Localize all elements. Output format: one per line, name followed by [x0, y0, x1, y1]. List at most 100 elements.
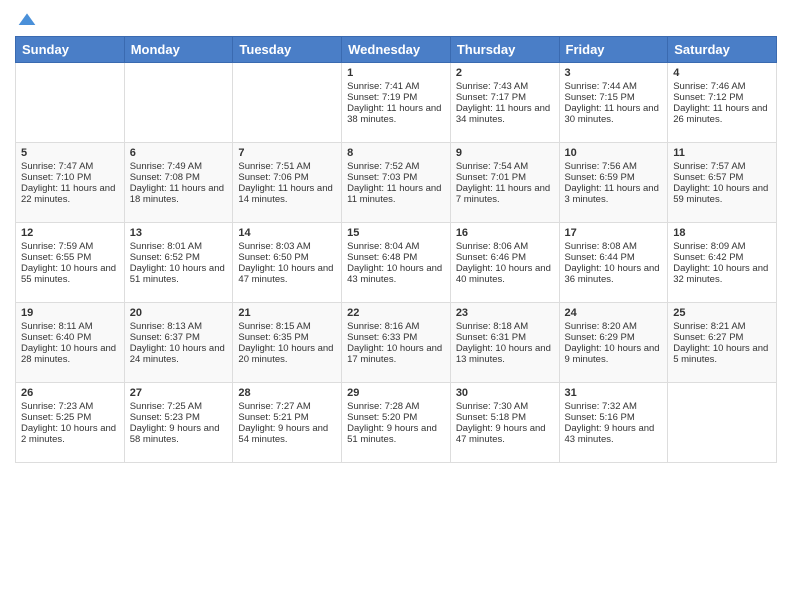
day-number: 21: [238, 307, 336, 319]
calendar-cell: 18Sunrise: 8:09 AMSunset: 6:42 PMDayligh…: [668, 223, 777, 303]
calendar-cell: 29Sunrise: 7:28 AMSunset: 5:20 PMDayligh…: [342, 383, 451, 463]
sunset-text: Sunset: 6:35 PM: [238, 332, 336, 343]
calendar-cell: 26Sunrise: 7:23 AMSunset: 5:25 PMDayligh…: [16, 383, 125, 463]
calendar-cell: 14Sunrise: 8:03 AMSunset: 6:50 PMDayligh…: [233, 223, 342, 303]
calendar-cell: 2Sunrise: 7:43 AMSunset: 7:17 PMDaylight…: [450, 63, 559, 143]
weekday-header-tuesday: Tuesday: [233, 37, 342, 63]
sunrise-text: Sunrise: 8:18 AM: [456, 321, 554, 332]
calendar-cell: 6Sunrise: 7:49 AMSunset: 7:08 PMDaylight…: [124, 143, 233, 223]
weekday-header-friday: Friday: [559, 37, 668, 63]
daylight-text: Daylight: 10 hours and 9 minutes.: [565, 343, 663, 365]
day-number: 19: [21, 307, 119, 319]
sunrise-text: Sunrise: 7:46 AM: [673, 81, 771, 92]
day-number: 7: [238, 147, 336, 159]
daylight-text: Daylight: 9 hours and 47 minutes.: [456, 423, 554, 445]
sunset-text: Sunset: 7:19 PM: [347, 92, 445, 103]
weekday-header-sunday: Sunday: [16, 37, 125, 63]
day-number: 29: [347, 387, 445, 399]
sunrise-text: Sunrise: 7:44 AM: [565, 81, 663, 92]
day-number: 31: [565, 387, 663, 399]
weekday-header-thursday: Thursday: [450, 37, 559, 63]
sunrise-text: Sunrise: 7:52 AM: [347, 161, 445, 172]
weekday-header-row: SundayMondayTuesdayWednesdayThursdayFrid…: [16, 37, 777, 63]
calendar-cell: 5Sunrise: 7:47 AMSunset: 7:10 PMDaylight…: [16, 143, 125, 223]
daylight-text: Daylight: 11 hours and 3 minutes.: [565, 183, 663, 205]
day-number: 20: [130, 307, 228, 319]
weekday-header-monday: Monday: [124, 37, 233, 63]
sunset-text: Sunset: 7:08 PM: [130, 172, 228, 183]
calendar-cell: 12Sunrise: 7:59 AMSunset: 6:55 PMDayligh…: [16, 223, 125, 303]
sunrise-text: Sunrise: 8:01 AM: [130, 241, 228, 252]
day-number: 22: [347, 307, 445, 319]
sunrise-text: Sunrise: 7:32 AM: [565, 401, 663, 412]
sunset-text: Sunset: 6:40 PM: [21, 332, 119, 343]
sunset-text: Sunset: 6:31 PM: [456, 332, 554, 343]
sunset-text: Sunset: 6:48 PM: [347, 252, 445, 263]
daylight-text: Daylight: 10 hours and 2 minutes.: [21, 423, 119, 445]
sunrise-text: Sunrise: 7:23 AM: [21, 401, 119, 412]
daylight-text: Daylight: 10 hours and 32 minutes.: [673, 263, 771, 285]
day-number: 30: [456, 387, 554, 399]
daylight-text: Daylight: 11 hours and 11 minutes.: [347, 183, 445, 205]
week-row-2: 5Sunrise: 7:47 AMSunset: 7:10 PMDaylight…: [16, 143, 777, 223]
page-header: [15, 10, 777, 30]
sunset-text: Sunset: 7:10 PM: [21, 172, 119, 183]
sunset-text: Sunset: 5:16 PM: [565, 412, 663, 423]
calendar-cell: 16Sunrise: 8:06 AMSunset: 6:46 PMDayligh…: [450, 223, 559, 303]
daylight-text: Daylight: 11 hours and 14 minutes.: [238, 183, 336, 205]
day-number: 14: [238, 227, 336, 239]
day-number: 9: [456, 147, 554, 159]
calendar-cell: 22Sunrise: 8:16 AMSunset: 6:33 PMDayligh…: [342, 303, 451, 383]
calendar-cell: 10 Sunrise: 7:56 AMSunset: 6:59 PMDayligh…: [559, 143, 668, 223]
sunrise-text: Sunrise: 7:59 AM: [21, 241, 119, 252]
calendar-cell: [668, 383, 777, 463]
sunset-text: Sunset: 6:37 PM: [130, 332, 228, 343]
logo: [15, 10, 37, 30]
daylight-text: Daylight: 10 hours and 51 minutes.: [130, 263, 228, 285]
calendar-cell: [233, 63, 342, 143]
daylight-text: Daylight: 11 hours and 22 minutes.: [21, 183, 119, 205]
sunrise-text: Sunrise: 7:30 AM: [456, 401, 554, 412]
sunset-text: Sunset: 5:23 PM: [130, 412, 228, 423]
sunrise-text: Sunrise: 8:11 AM: [21, 321, 119, 332]
weekday-header-wednesday: Wednesday: [342, 37, 451, 63]
daylight-text: Daylight: 11 hours and 18 minutes.: [130, 183, 228, 205]
sunrise-text: Sunrise: 7:49 AM: [130, 161, 228, 172]
calendar-table: SundayMondayTuesdayWednesdayThursdayFrid…: [15, 36, 777, 463]
sunset-text: Sunset: 7:06 PM: [238, 172, 336, 183]
sunrise-text: Sunrise: 7:25 AM: [130, 401, 228, 412]
day-number: 5: [21, 147, 119, 159]
week-row-4: 19 Sunrise: 8:11 AMSunset: 6:40 PM Dayligh…: [16, 303, 777, 383]
day-number: 13: [130, 227, 228, 239]
daylight-text: Daylight: 10 hours and 40 minutes.: [456, 263, 554, 285]
calendar-cell: 24Sunrise: 8:20 AMSunset: 6:29 PMDayligh…: [559, 303, 668, 383]
calendar-cell: 1Sunrise: 7:41 AMSunset: 7:19 PMDaylight…: [342, 63, 451, 143]
sunset-text: Sunset: 6:52 PM: [130, 252, 228, 263]
calendar-cell: 21Sunrise: 8:15 AMSunset: 6:35 PMDayligh…: [233, 303, 342, 383]
sunrise-text: Sunrise: 7:54 AM: [456, 161, 554, 172]
day-number: 25: [673, 307, 771, 319]
calendar-cell: 17Sunrise: 8:08 AMSunset: 6:44 PMDayligh…: [559, 223, 668, 303]
sunset-text: Sunset: 6:59 PM: [565, 172, 663, 183]
sunset-text: Sunset: 6:46 PM: [456, 252, 554, 263]
calendar-cell: 19Sunrise: 8:11 AMSunset: 6:40 PMDayligh…: [16, 303, 125, 383]
calendar-cell: 27Sunrise: 7:25 AMSunset: 5:23 PMDayligh…: [124, 383, 233, 463]
daylight-text: Daylight: 10 hours and 43 minutes.: [347, 263, 445, 285]
sunrise-text: Sunrise: 7:43 AM: [456, 81, 554, 92]
day-number: 8: [347, 147, 445, 159]
sunrise-text: Sunrise: 7:57 AM: [673, 161, 771, 172]
sunset-text: Sunset: 5:20 PM: [347, 412, 445, 423]
sunrise-text: Sunrise: 7:28 AM: [347, 401, 445, 412]
calendar-cell: 4Sunrise: 7:46 AMSunset: 7:12 PMDaylight…: [668, 63, 777, 143]
day-number: 18: [673, 227, 771, 239]
day-number: 10: [565, 147, 663, 159]
sunrise-text: Sunrise: 7:56 AM: [565, 161, 663, 172]
day-number: 15: [347, 227, 445, 239]
daylight-text: Daylight: 10 hours and 59 minutes.: [673, 183, 771, 205]
sunrise-text: Sunrise: 8:13 AM: [130, 321, 228, 332]
daylight-text: Daylight: 10 hours and 20 minutes.: [238, 343, 336, 365]
day-number: 3: [565, 67, 663, 79]
sunset-text: Sunset: 5:21 PM: [238, 412, 336, 423]
daylight-text: Daylight: 10 hours and 36 minutes.: [565, 263, 663, 285]
day-number: 11: [673, 147, 771, 159]
